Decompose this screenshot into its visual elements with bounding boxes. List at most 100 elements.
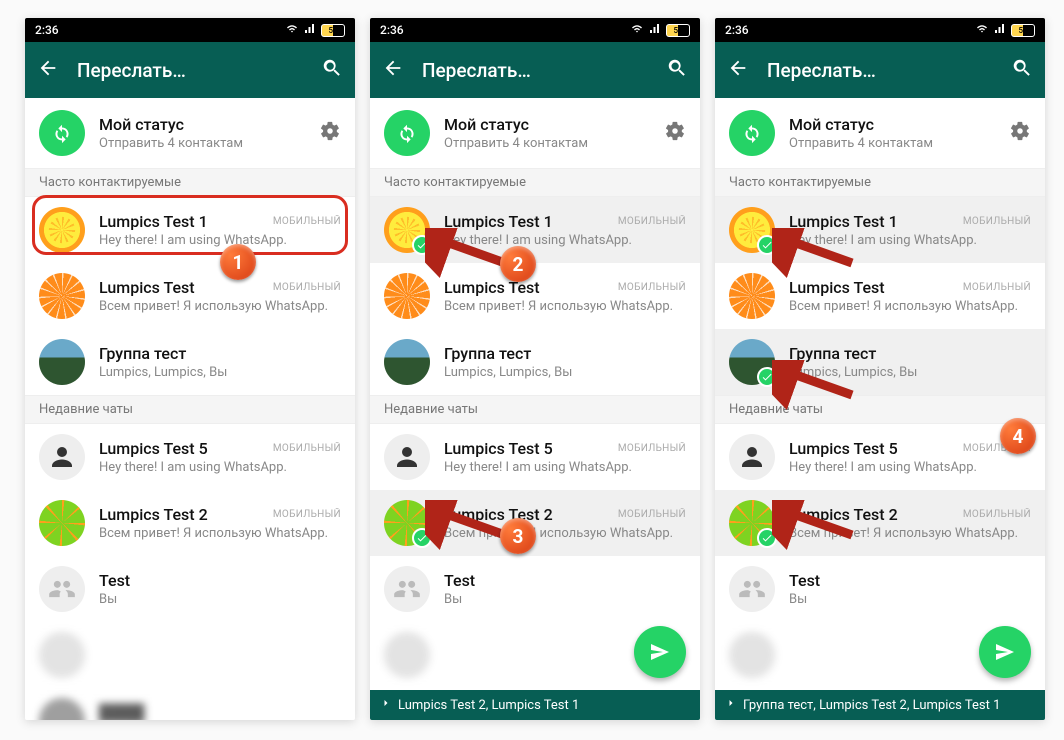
gear-icon[interactable] [319, 120, 341, 146]
section-header-frequent: Часто контактируемые [25, 168, 355, 197]
search-icon[interactable] [666, 57, 688, 83]
phone-panel-2: 2:36 52 Переслать… Мой статус Отправить … [370, 18, 700, 720]
contact-row-lumpics5[interactable]: Lumpics Test 5МОБИЛЬНЫЙ Hey there! I am … [25, 424, 355, 490]
contact-status: Lumpics, Lumpics, Вы [789, 365, 1031, 380]
my-status-row[interactable]: Мой статус Отправить 4 контактам [715, 98, 1045, 168]
section-header-frequent: Часто контактируемые [370, 168, 700, 197]
contact-status: Hey there! I am using WhatsApp. [789, 460, 1031, 475]
contact-name: Lumpics Test [789, 278, 885, 297]
contact-row-test[interactable]: Test Вы [25, 556, 355, 622]
wifi-icon [285, 23, 299, 38]
contact-status: Вы [444, 592, 686, 607]
gear-icon[interactable] [664, 120, 686, 146]
contact-row-lumpics1[interactable]: Lumpics Test 1МОБИЛЬНЫЙ Hey there! I am … [370, 197, 700, 263]
selected-footer-text: Lumpics Test 2, Lumpics Test 1 [398, 698, 579, 713]
contact-tag: МОБИЛЬНЫЙ [618, 216, 686, 227]
contact-row-lumpics[interactable]: Lumpics Test МОБИЛЬНЫЙ Всем привет! Я исп… [715, 263, 1045, 329]
my-status-title: Мой статус [789, 115, 1009, 134]
contact-row-lumpics[interactable]: Lumpics TestМОБИЛЬНЫЙ Всем привет! Я исп… [25, 263, 355, 329]
contact-name: Lumpics Test 1 [789, 212, 898, 231]
signal-icon [303, 23, 317, 38]
contact-tag: МОБИЛЬНЫЙ [273, 509, 341, 520]
back-icon[interactable] [727, 57, 749, 83]
contact-tag: МОБИЛЬНЫЙ [618, 509, 686, 520]
contact-row-test[interactable]: Test Вы [370, 556, 700, 622]
search-icon[interactable] [321, 57, 343, 83]
contact-row-lumpics2[interactable]: Lumpics Test 2МОБИЛЬНЫЙ Всем привет! Я и… [370, 490, 700, 556]
contact-row-lumpics[interactable]: Lumpics TestМОБИЛЬНЫЙ Всем привет! Я исп… [370, 263, 700, 329]
contact-status: Hey there! I am using WhatsApp. [99, 460, 341, 475]
contact-row-lumpics1[interactable]: Lumpics Test 1МОБИЛЬНЫЙ Hey there! I am … [715, 197, 1045, 263]
contact-name: Группа тест [789, 344, 876, 363]
search-icon[interactable] [1011, 57, 1033, 83]
my-status-row[interactable]: Мой статус Отправить 4 контактам [370, 98, 700, 168]
my-status-subtitle: Отправить 4 контактам [99, 136, 319, 151]
section-header-recent: Недавние чаты [370, 395, 700, 424]
contact-status: Всем привет! Я использую WhatsApp. [99, 299, 341, 314]
section-header-recent: Недавние чаты [715, 395, 1045, 424]
contact-row-lumpics1[interactable]: Lumpics Test 1МОБИЛЬНЫЙ Hey there! I am … [25, 197, 355, 263]
signal-icon [993, 23, 1007, 38]
appbar-title: Переслать… [77, 59, 321, 82]
contact-row-lumpics2[interactable]: Lumpics Test 2МОБИЛЬНЫЙ Всем привет! Я и… [715, 490, 1045, 556]
contact-name: Lumpics Test 5 [789, 439, 898, 458]
wifi-icon [630, 23, 644, 38]
contact-avatar [39, 207, 85, 253]
gear-icon[interactable] [1009, 120, 1031, 146]
status-avatar-icon [384, 110, 430, 156]
contact-avatar [39, 698, 85, 720]
my-status-subtitle: Отправить 4 контактам [789, 136, 1009, 151]
my-status-title: Мой статус [99, 115, 319, 134]
section-header-recent: Недавние чаты [25, 395, 355, 424]
contact-row-group[interactable]: Группа тест Lumpics, Lumpics, Вы [25, 329, 355, 395]
app-bar: Переслать… [370, 42, 700, 98]
battery-icon: 52 [666, 24, 690, 37]
selected-footer-bar: Группа тест, Lumpics Test 2, Lumpics Tes… [715, 690, 1045, 720]
selected-footer-bar: Lumpics Test 2, Lumpics Test 1 [370, 690, 700, 720]
contact-status: Lumpics, Lumpics, Вы [99, 365, 341, 380]
contact-row-lumpics5[interactable]: Lumpics Test 5МОБИЛЬНЫЙ Hey there! I am … [715, 424, 1045, 490]
back-icon[interactable] [382, 57, 404, 83]
contact-tag: МОБИЛЬНЫЙ [618, 282, 686, 293]
contact-name: Lumpics Test 2 [789, 505, 898, 524]
contact-name: Lumpics Test 5 [444, 439, 553, 458]
chevron-right-icon [725, 697, 737, 713]
battery-icon: 52 [1011, 24, 1035, 37]
contact-tag: МОБИЛЬНЫЙ [963, 282, 1031, 293]
status-bar: 2:36 52 [715, 18, 1045, 42]
send-fab[interactable] [979, 626, 1031, 678]
contact-name: Lumpics Test [444, 278, 540, 297]
contact-avatar [39, 500, 85, 546]
contact-tag: МОБИЛЬНЫЙ [963, 216, 1031, 227]
back-icon[interactable] [37, 57, 59, 83]
contact-row-lumpics5[interactable]: Lumpics Test 5МОБИЛЬНЫЙ Hey there! I am … [370, 424, 700, 490]
contact-avatar [384, 566, 430, 612]
appbar-title: Переслать… [767, 59, 1011, 82]
battery-icon: 52 [321, 24, 345, 37]
selected-check-icon [412, 528, 432, 548]
contact-row-lumpics2[interactable]: Lumpics Test 2МОБИЛЬНЫЙ Всем привет! Я и… [25, 490, 355, 556]
contact-avatar [39, 339, 85, 385]
contact-status: Вы [99, 592, 341, 607]
contact-status: Hey there! I am using WhatsApp. [99, 233, 341, 248]
phone-panel-3: 2:36 52 Переслать… Мой статус Отправить … [715, 18, 1045, 720]
contact-row-test[interactable]: Test Вы [715, 556, 1045, 622]
contact-status: Всем привет! Я использую WhatsApp. [789, 299, 1031, 314]
app-bar: Переслать… [25, 42, 355, 98]
contact-avatar [39, 273, 85, 319]
contact-row-group[interactable]: Группа тест Lumpics, Lumpics, Вы [370, 329, 700, 395]
selected-check-icon [412, 235, 432, 255]
contact-tag: МОБИЛЬНЫЙ [618, 443, 686, 454]
selected-check-icon [757, 528, 777, 548]
wifi-icon [975, 23, 989, 38]
my-status-row[interactable]: Мой статус Отправить 4 контактам [25, 98, 355, 168]
app-bar: Переслать… [715, 42, 1045, 98]
contact-row-group[interactable]: Группа тест Lumpics, Lumpics, Вы [715, 329, 1045, 395]
send-fab[interactable] [634, 626, 686, 678]
contact-name: Lumpics Test 1 [444, 212, 553, 231]
contact-tag: МОБИЛЬНЫЙ [963, 509, 1031, 520]
contact-tag: МОБИЛЬНЫЙ [273, 443, 341, 454]
contact-status: Всем привет! Я использую WhatsApp. [99, 526, 341, 541]
selected-check-icon [757, 235, 777, 255]
status-avatar-icon [39, 110, 85, 156]
